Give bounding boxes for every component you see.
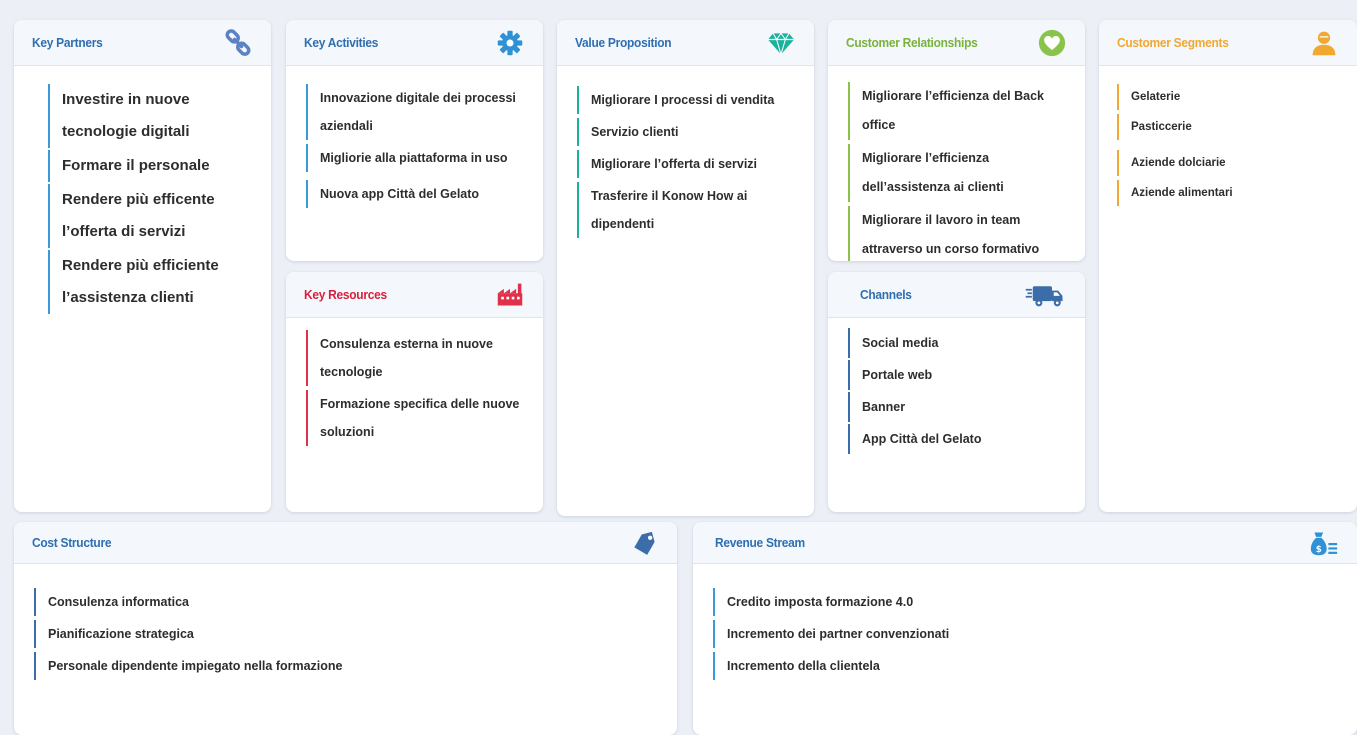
list-item: Investire in nuove tecnologie digitali xyxy=(48,84,253,148)
channels-title: Channels xyxy=(860,287,912,302)
customer-relationships-list: Migliorare l’efficienza del Back office … xyxy=(828,66,1085,261)
cost-structure-card: Cost Structure Consulenza informatica Pi… xyxy=(14,522,677,735)
key-resources-card: Key Resources Consulenza esterna in nuov… xyxy=(286,272,543,512)
value-proposition-header: Value Proposition xyxy=(557,20,814,66)
key-resources-list: Consulenza esterna in nuove tecnologie F… xyxy=(286,318,543,446)
customer-relationships-header: Customer Relationships xyxy=(828,20,1085,66)
customer-relationships-title: Customer Relationships xyxy=(846,35,978,50)
cost-structure-header: Cost Structure xyxy=(14,522,677,564)
list-item: Personale dipendente impiegato nella for… xyxy=(34,652,659,680)
revenue-stream-header: Revenue Stream $ xyxy=(693,522,1357,564)
list-item: Nuova app Città del Gelato xyxy=(306,180,525,208)
list-item: App Città del Gelato xyxy=(848,424,1067,454)
list-item: Incremento dei partner convenzionati xyxy=(713,620,1339,648)
link-icon xyxy=(223,28,253,58)
list-item: Aziende dolciarie xyxy=(1117,150,1339,176)
list-item: Incremento della clientela xyxy=(713,652,1339,680)
key-partners-card: Key Partners Investire in nuove tecnolog… xyxy=(14,20,271,512)
heart-icon xyxy=(1037,28,1067,58)
key-activities-header: Key Activities xyxy=(286,20,543,66)
customer-segments-header: Customer Segments xyxy=(1099,20,1357,66)
list-item: Migliorie alla piattaforma in uso xyxy=(306,144,525,172)
list-item: Banner xyxy=(848,392,1067,422)
svg-text:$: $ xyxy=(1316,544,1322,554)
list-item: Servizio clienti xyxy=(577,118,796,146)
tag-icon xyxy=(629,528,659,558)
revenue-stream-list: Credito imposta formazione 4.0 Increment… xyxy=(693,564,1357,680)
list-item: Migliorare I processi di vendita xyxy=(577,86,796,114)
gear-icon xyxy=(495,28,525,58)
list-item: Portale web xyxy=(848,360,1067,390)
customer-segments-card: Customer Segments Gelaterie Pasticcerie … xyxy=(1099,20,1357,512)
list-item: Aziende alimentari xyxy=(1117,180,1339,206)
value-proposition-card: Value Proposition Migliorare I processi … xyxy=(557,20,814,516)
key-activities-title: Key Activities xyxy=(304,35,379,50)
list-item: Consulenza esterna in nuove tecnologie xyxy=(306,330,525,386)
revenue-stream-card: Revenue Stream $ Credito imposta formazi… xyxy=(693,522,1357,735)
list-item: Formare il personale xyxy=(48,150,253,182)
truck-icon xyxy=(1023,280,1067,310)
key-activities-list: Innovazione digitale dei processi aziend… xyxy=(286,66,543,208)
cost-structure-list: Consulenza informatica Pianificazione st… xyxy=(14,564,677,680)
key-partners-list: Investire in nuove tecnologie digitali F… xyxy=(14,66,271,314)
key-resources-header: Key Resources xyxy=(286,272,543,318)
channels-header: Channels xyxy=(828,272,1085,318)
key-partners-header: Key Partners xyxy=(14,20,271,66)
list-item: Rendere più efficiente l’assistenza clie… xyxy=(48,250,253,314)
customer-segments-list: Gelaterie Pasticcerie Aziende dolciarie … xyxy=(1099,66,1357,206)
list-item: Migliorare l’efficienza dell’assistenza … xyxy=(848,144,1067,202)
list-item: Pianificazione strategica xyxy=(34,620,659,648)
key-partners-title: Key Partners xyxy=(32,35,103,50)
customer-segments-title: Customer Segments xyxy=(1117,35,1229,50)
revenue-stream-title: Revenue Stream xyxy=(715,535,805,550)
list-item: Consulenza informatica xyxy=(34,588,659,616)
key-activities-card: Key Activities Innovazione digitale dei xyxy=(286,20,543,261)
cost-structure-title: Cost Structure xyxy=(32,535,112,550)
value-proposition-list: Migliorare I processi di vendita Servizi… xyxy=(557,66,814,238)
list-item: Gelaterie xyxy=(1117,84,1339,110)
money-bag-icon: $ xyxy=(1309,528,1339,558)
list-item: Social media xyxy=(848,328,1067,358)
channels-card: Channels Social media Portale web Banner… xyxy=(828,272,1085,512)
list-item: Innovazione digitale dei processi aziend… xyxy=(306,84,525,140)
list-item: Trasferire il Konow How ai dipendenti xyxy=(577,182,796,238)
diamond-icon xyxy=(766,28,796,58)
list-item: Pasticcerie xyxy=(1117,114,1339,140)
list-item: Migliorare l’offerta di servizi xyxy=(577,150,796,178)
user-icon xyxy=(1309,28,1339,58)
key-resources-title: Key Resources xyxy=(304,287,387,302)
list-item: Migliorare il lavoro in team attraverso … xyxy=(848,206,1067,261)
customer-relationships-card: Customer Relationships Migliorare l’effi… xyxy=(828,20,1085,261)
channels-list: Social media Portale web Banner App Citt… xyxy=(828,318,1085,454)
list-item: Migliorare l’efficienza del Back office xyxy=(848,82,1067,140)
value-proposition-title: Value Proposition xyxy=(575,35,672,50)
list-item: Credito imposta formazione 4.0 xyxy=(713,588,1339,616)
factory-icon xyxy=(495,280,525,310)
list-item: Formazione specifica delle nuove soluzio… xyxy=(306,390,525,446)
list-item: Rendere più efficente l’offerta di servi… xyxy=(48,184,253,248)
